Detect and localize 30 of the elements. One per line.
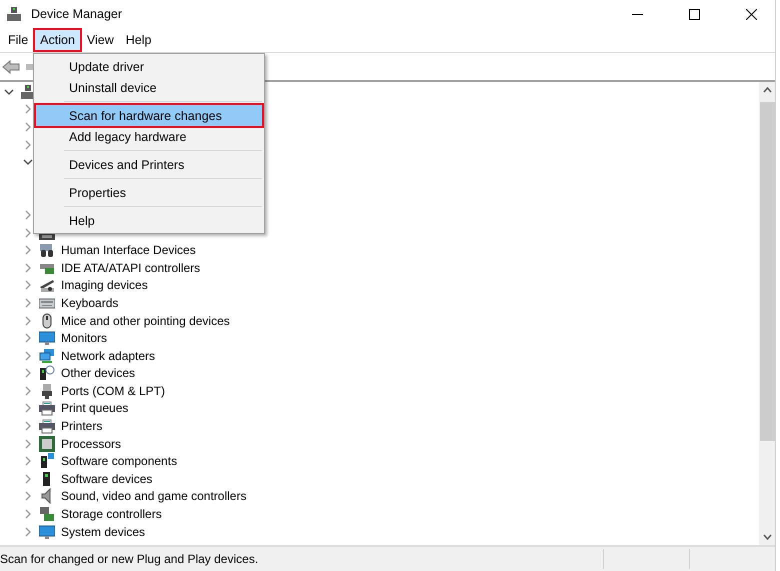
tree-item-label[interactable]: Printers [61,419,102,434]
menu-title[interactable]: View [82,30,119,50]
menu-item[interactable]: Update driver [36,56,262,77]
tree-item-label[interactable]: Monitors [61,331,108,346]
menu-item[interactable]: Properties [36,182,262,203]
menu-item[interactable]: Scan for hardware changes [36,105,262,126]
tree-item-label[interactable]: Software devices [61,472,152,486]
tree-item-label[interactable]: Processors [61,436,122,451]
menu-item[interactable]: Uninstall device [36,77,262,98]
tree-item-label[interactable]: Storage controllers [61,507,162,522]
tree-item-label[interactable]: Imaging devices [61,278,148,292]
tree-item-label[interactable]: Sound, video and game controllers [61,489,246,504]
window-title: Device Manager [31,7,124,21]
tree-item-label[interactable]: Software components [61,454,178,468]
tree-item-label[interactable]: System devices [61,524,146,539]
menu-item[interactable]: Help [36,210,262,231]
tree-item-label[interactable]: Human Interface Devices [61,243,196,258]
tree-item-label[interactable]: IDE ATA/ATAPI controllers [61,260,200,275]
menu-title[interactable]: File [3,30,34,50]
menu-title[interactable]: Help [120,30,156,50]
menu-item[interactable]: Devices and Printers [36,154,262,175]
tree-item-label[interactable]: Ports (COM & LPT) [61,384,166,398]
menu-title[interactable]: Action [35,30,80,50]
menu-item[interactable]: Add legacy hardware [36,126,262,147]
status-text: Scan for changed or new Plug and Play devices. [0,552,260,566]
tree-item-label[interactable]: Other devices [61,366,136,380]
tree-item-label[interactable]: Print queues [61,401,128,416]
tree-item-label[interactable]: Network adapters [61,348,156,363]
tree-item-label[interactable]: Mice and other pointing devices [61,314,230,328]
tree-item-label[interactable]: Keyboards [61,296,118,310]
